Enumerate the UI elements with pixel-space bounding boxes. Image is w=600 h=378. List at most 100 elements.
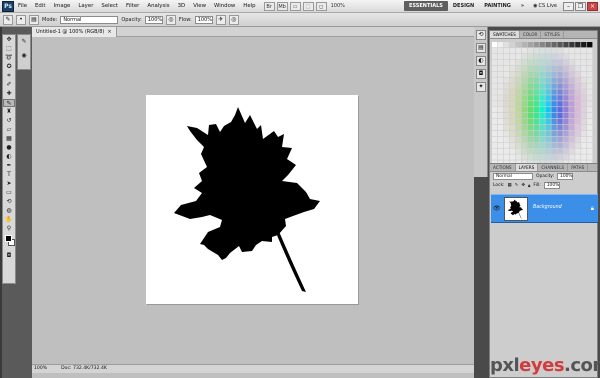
swatch-cell[interactable]	[492, 142, 498, 148]
swatch-cell[interactable]	[492, 118, 498, 125]
swatch-cell[interactable]	[551, 89, 557, 95]
swatch-cell[interactable]	[575, 95, 581, 101]
swatch-cell[interactable]	[557, 148, 563, 154]
swatch-cell[interactable]	[533, 59, 539, 66]
restore-icon[interactable]: ❐	[575, 1, 586, 11]
swatch-cell[interactable]	[569, 124, 575, 131]
swatch-cell[interactable]	[557, 47, 563, 54]
swatch-cell[interactable]	[575, 142, 581, 148]
swatch-cell[interactable]	[563, 71, 569, 77]
swatch-cell[interactable]	[587, 42, 593, 48]
swatch-cell[interactable]	[533, 95, 539, 101]
marquee-tool-icon[interactable]: ⬚	[3, 45, 15, 53]
swatch-cell[interactable]	[515, 118, 522, 125]
swatch-cell[interactable]	[557, 113, 563, 119]
swatch-cell[interactable]	[503, 101, 510, 107]
swatch-cell[interactable]	[587, 130, 593, 137]
swatch-cell[interactable]	[509, 107, 516, 113]
bridge-icon[interactable]: Br	[263, 1, 275, 11]
tab-channels[interactable]: CHANNELS	[538, 164, 569, 171]
swatch-cell[interactable]	[497, 107, 504, 113]
swatch-cell[interactable]	[581, 124, 587, 131]
swatch-cell[interactable]	[509, 71, 516, 77]
swatch-cell[interactable]	[545, 77, 551, 83]
lasso-tool-icon[interactable]: ➰	[3, 54, 15, 62]
swatch-cell[interactable]	[509, 118, 516, 125]
swatch-cell[interactable]	[587, 118, 593, 125]
swatch-cell[interactable]	[533, 83, 539, 89]
swatch-cell[interactable]	[581, 65, 587, 71]
swatch-cell[interactable]	[527, 53, 533, 60]
swatch-cell[interactable]	[575, 65, 581, 71]
swatch-cell[interactable]	[581, 113, 587, 119]
swatch-cell[interactable]	[587, 83, 593, 89]
swatch-cell[interactable]	[575, 59, 581, 66]
swatch-cell[interactable]	[515, 77, 522, 83]
swatch-cell[interactable]	[575, 83, 581, 89]
swatch-cell[interactable]	[557, 124, 563, 131]
close-icon[interactable]: ×	[587, 1, 598, 11]
3d-rotate-tool-icon[interactable]: ⟲	[3, 198, 15, 206]
swatch-cell[interactable]	[521, 89, 528, 95]
tab-swatches[interactable]: SWATCHES	[490, 31, 520, 38]
swatch-cell[interactable]	[521, 42, 528, 48]
swatch-cell[interactable]	[533, 142, 539, 148]
blend-mode-select[interactable]: Normal	[493, 173, 533, 180]
swatch-cell[interactable]	[497, 154, 504, 160]
swatch-cell[interactable]	[497, 83, 504, 89]
swatch-cell[interactable]	[563, 154, 569, 160]
swatch-cell[interactable]	[521, 148, 528, 154]
brush-tool-icon[interactable]: ✎	[3, 99, 15, 107]
swatch-cell[interactable]	[539, 124, 545, 131]
masks-panel-icon[interactable]: ◘	[476, 69, 486, 79]
swatch-cell[interactable]	[581, 83, 587, 89]
swatch-cell[interactable]	[581, 148, 587, 154]
swatch-cell[interactable]	[563, 124, 569, 131]
swatch-cell[interactable]	[492, 47, 498, 54]
swatch-cell[interactable]	[503, 71, 510, 77]
hand-tool-icon[interactable]: ✋	[3, 216, 15, 224]
swatch-cell[interactable]	[545, 47, 551, 54]
swatch-cell[interactable]	[551, 77, 557, 83]
swatch-cell[interactable]	[569, 65, 575, 71]
swatch-cell[interactable]	[569, 101, 575, 107]
swatch-cell[interactable]	[503, 107, 510, 113]
history-brush-tool-icon[interactable]: ↺	[3, 117, 15, 125]
swatch-cell[interactable]	[563, 53, 569, 60]
swatch-cell[interactable]	[581, 130, 587, 137]
swatch-cell[interactable]	[563, 101, 569, 107]
gradient-tool-icon[interactable]: ▦	[3, 135, 15, 143]
flow-field[interactable]: 100%	[194, 15, 213, 24]
swatch-cell[interactable]	[587, 154, 593, 160]
menu-file[interactable]: File	[14, 3, 31, 9]
swatch-cell[interactable]	[515, 142, 522, 148]
swatch-cell[interactable]	[492, 89, 498, 95]
swatch-cell[interactable]	[515, 89, 522, 95]
swatch-cell[interactable]	[563, 89, 569, 95]
3d-orbit-tool-icon[interactable]: ◍	[3, 207, 15, 215]
swatch-cell[interactable]	[551, 142, 557, 148]
swatch-cell[interactable]	[557, 53, 563, 60]
swatch-cell[interactable]	[509, 47, 516, 54]
zoom-level[interactable]: 100%	[331, 3, 345, 9]
swatch-cell[interactable]	[563, 59, 569, 66]
lock-pixels-icon[interactable]: ✎	[515, 183, 519, 188]
swatch-cell[interactable]	[521, 77, 528, 83]
swatch-cell[interactable]	[581, 77, 587, 83]
swatch-cell[interactable]	[545, 42, 551, 48]
swatch-cell[interactable]	[539, 89, 545, 95]
swatch-cell[interactable]	[527, 65, 533, 71]
swatch-cell[interactable]	[503, 154, 510, 160]
swatch-cell[interactable]	[569, 142, 575, 148]
swatch-cell[interactable]	[515, 47, 522, 54]
swatch-cell[interactable]	[557, 83, 563, 89]
swatch-cell[interactable]	[575, 71, 581, 77]
swatch-cell[interactable]	[521, 136, 528, 142]
mode-select[interactable]: Normal	[60, 15, 119, 24]
menu-select[interactable]: Select	[97, 3, 122, 9]
workspace-design[interactable]: DESIGN	[448, 1, 479, 11]
swatch-cell[interactable]	[557, 89, 563, 95]
swatch-cell[interactable]	[509, 42, 516, 48]
swatch-cell[interactable]	[539, 59, 545, 66]
swatch-cell[interactable]	[557, 107, 563, 113]
